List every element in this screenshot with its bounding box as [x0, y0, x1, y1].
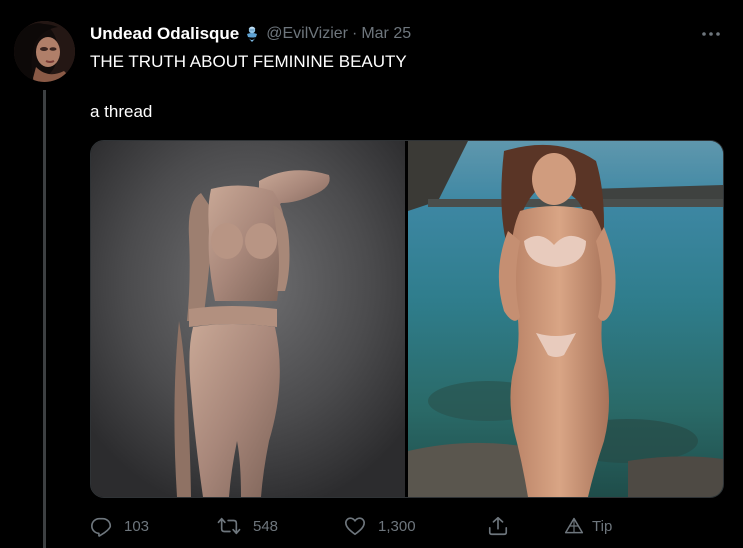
tip-label: Tip	[592, 517, 613, 535]
retweet-count: 548	[253, 517, 279, 535]
tip-button[interactable]: Tip	[564, 512, 612, 540]
reply-button[interactable]: 103	[90, 512, 149, 540]
tweet-text-title: THE TRUTH ABOUT FEMININE BEAUTY	[90, 52, 407, 71]
tip-icon	[564, 516, 584, 536]
thread-line	[43, 90, 46, 548]
like-button[interactable]: 1,300	[344, 512, 416, 540]
retweet-icon	[217, 515, 241, 537]
avatar[interactable]	[14, 21, 75, 82]
avatar-image	[14, 21, 75, 82]
tweet-text-body: a thread	[90, 102, 153, 121]
separator-dot: ·	[352, 25, 358, 42]
beach-photo[interactable]	[408, 141, 723, 497]
tweet-date[interactable]: Mar 25	[361, 25, 411, 43]
tweet-media	[90, 140, 724, 498]
reply-icon	[90, 515, 112, 537]
share-icon	[487, 515, 509, 537]
heart-icon	[344, 515, 366, 537]
like-count: 1,300	[378, 517, 416, 535]
share-button[interactable]	[487, 512, 509, 540]
statue-photo[interactable]	[91, 141, 405, 497]
tweet-actions: 103 548 1,300 Tip	[90, 512, 730, 542]
tweet-header: Undead Odalisque @EvilVizier · Mar 25	[90, 22, 411, 46]
tweet[interactable]: Undead Odalisque @EvilVizier · Mar 25 TH…	[0, 0, 743, 548]
reply-count: 103	[124, 517, 150, 535]
handle[interactable]: @EvilVizier	[266, 25, 348, 43]
retweet-button[interactable]: 548	[217, 512, 278, 540]
more-horizontal-icon[interactable]	[700, 26, 722, 42]
genie-emoji-icon	[243, 25, 261, 43]
display-name[interactable]: Undead Odalisque	[90, 24, 239, 44]
